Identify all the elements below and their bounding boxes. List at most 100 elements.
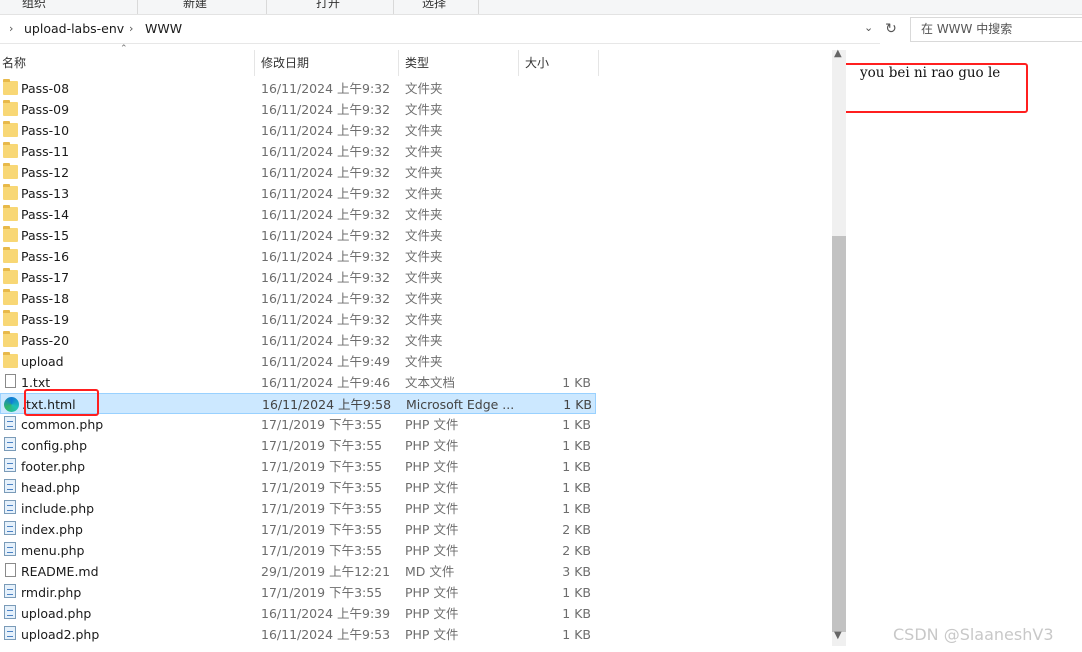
php-file-icon: [4, 458, 16, 472]
file-name: Pass-15: [21, 228, 70, 243]
folder-icon: [3, 268, 18, 284]
file-row[interactable]: Pass-16 16/11/2024 上午9:32 文件夹: [0, 246, 596, 267]
file-date: 17/1/2019 下午3:55: [261, 459, 383, 474]
file-row[interactable]: Pass-09 16/11/2024 上午9:32 文件夹: [0, 99, 596, 120]
folder-icon: [3, 247, 18, 263]
php-file-icon: [4, 605, 16, 619]
file-name: Pass-09: [21, 102, 70, 117]
ribbon-group-new[interactable]: 新建: [183, 0, 207, 14]
file-row[interactable]: config.php 17/1/2019 下午3:55 PHP 文件 1 KB: [0, 435, 596, 456]
file-row[interactable]: index.php 17/1/2019 下午3:55 PHP 文件 2 KB: [0, 519, 596, 540]
folder-icon: [3, 100, 18, 116]
file-type: 文件夹: [405, 312, 443, 327]
column-header-size[interactable]: 大小: [525, 50, 549, 76]
file-type: 文本文档: [405, 375, 456, 390]
search-input[interactable]: [919, 21, 1073, 37]
file-date: 16/11/2024 上午9:32: [261, 186, 391, 201]
file-name: common.php: [21, 417, 104, 432]
file-name: Pass-08: [21, 81, 70, 96]
file-row[interactable]: upload.php 16/11/2024 上午9:39 PHP 文件 1 KB: [0, 603, 596, 624]
column-header-date[interactable]: 修改日期: [261, 50, 309, 76]
file-row[interactable]: README.md 29/1/2019 上午12:21 MD 文件 3 KB: [0, 561, 596, 582]
scrollbar-thumb[interactable]: [832, 236, 846, 632]
file-row[interactable]: footer.php 17/1/2019 下午3:55 PHP 文件 1 KB: [0, 456, 596, 477]
column-divider[interactable]: [598, 50, 599, 76]
file-size: 2 KB: [562, 522, 591, 537]
ribbon-group-open[interactable]: 打开: [316, 0, 340, 14]
watermark: CSDN @SlaaneshV3: [893, 625, 1054, 644]
breadcrumb-separator-icon[interactable]: ›: [129, 22, 133, 35]
file-date: 16/11/2024 上午9:32: [261, 81, 391, 96]
file-row[interactable]: Pass-15 16/11/2024 上午9:32 文件夹: [0, 225, 596, 246]
ribbon-group-select[interactable]: 选择: [422, 0, 446, 14]
file-date: 16/11/2024 上午9:32: [261, 123, 391, 138]
php-file-icon: [4, 479, 16, 493]
file-size: 2 KB: [562, 543, 591, 558]
file-name: rmdir.php: [21, 585, 82, 600]
breadcrumb-www[interactable]: WWW: [145, 21, 182, 36]
file-row[interactable]: rmdir.php 17/1/2019 下午3:55 PHP 文件 1 KB: [0, 582, 596, 603]
file-date: 17/1/2019 下午3:55: [261, 438, 383, 453]
file-name: index.php: [21, 522, 83, 537]
file-name: Pass-10: [21, 123, 70, 138]
file-row[interactable]: Pass-20 16/11/2024 上午9:32 文件夹: [0, 330, 596, 351]
file-row[interactable]: Pass-11 16/11/2024 上午9:32 文件夹: [0, 141, 596, 162]
file-date: 16/11/2024 上午9:32: [261, 228, 391, 243]
file-type: 文件夹: [405, 123, 443, 138]
file-size: 3 KB: [562, 564, 591, 579]
breadcrumb-chevron-icon[interactable]: ›: [9, 22, 13, 35]
file-size: 1 KB: [562, 480, 591, 495]
file-name: Pass-12: [21, 165, 70, 180]
folder-icon: [3, 184, 18, 200]
file-date: 16/11/2024 上午9:32: [261, 144, 391, 159]
file-row[interactable]: head.php 17/1/2019 下午3:55 PHP 文件 1 KB: [0, 477, 596, 498]
file-date: 16/11/2024 上午9:53: [261, 627, 391, 642]
scroll-down-arrow-icon[interactable]: ▼: [834, 630, 842, 641]
column-header-name[interactable]: 名称: [2, 50, 26, 76]
file-type: PHP 文件: [405, 459, 459, 474]
file-name: Pass-18: [21, 291, 70, 306]
file-row[interactable]: Pass-12 16/11/2024 上午9:32 文件夹: [0, 162, 596, 183]
file-date: 16/11/2024 上午9:32: [261, 249, 391, 264]
php-file-icon: [4, 437, 16, 451]
file-row[interactable]: Pass-10 16/11/2024 上午9:32 文件夹: [0, 120, 596, 141]
file-row[interactable]: upload 16/11/2024 上午9:49 文件夹: [0, 351, 596, 372]
text-file-icon: [5, 563, 16, 577]
address-dropdown-chevron-icon[interactable]: ⌄: [864, 21, 873, 34]
column-header-type[interactable]: 类型: [405, 50, 429, 76]
column-divider[interactable]: [254, 50, 255, 76]
file-date: 29/1/2019 上午12:21: [261, 564, 391, 579]
file-name: include.php: [21, 501, 95, 516]
file-type: PHP 文件: [405, 627, 459, 642]
file-row[interactable]: Pass-13 16/11/2024 上午9:32 文件夹: [0, 183, 596, 204]
file-date: 17/1/2019 下午3:55: [261, 501, 383, 516]
breadcrumb-upload-labs-env[interactable]: upload-labs-env: [24, 21, 124, 36]
search-box[interactable]: [910, 17, 1082, 42]
file-row[interactable]: Pass-17 16/11/2024 上午9:32 文件夹: [0, 267, 596, 288]
file-date: 17/1/2019 下午3:55: [261, 522, 383, 537]
file-row[interactable]: Pass-18 16/11/2024 上午9:32 文件夹: [0, 288, 596, 309]
file-row[interactable]: include.php 17/1/2019 下午3:55 PHP 文件 1 KB: [0, 498, 596, 519]
file-row[interactable]: menu.php 17/1/2019 下午3:55 PHP 文件 2 KB: [0, 540, 596, 561]
scroll-up-arrow-icon[interactable]: ▲: [834, 48, 842, 59]
ribbon-group-organize[interactable]: 组织: [22, 0, 46, 14]
file-date: 16/11/2024 上午9:49: [261, 354, 391, 369]
ribbon-divider: [137, 0, 138, 14]
php-file-icon: [4, 626, 16, 640]
file-size: 1 KB: [562, 417, 591, 432]
file-name: menu.php: [21, 543, 85, 558]
refresh-icon[interactable]: ↻: [881, 19, 901, 39]
list-scrollbar[interactable]: ▲ ▼: [832, 48, 846, 646]
column-divider[interactable]: [398, 50, 399, 76]
file-row[interactable]: Pass-14 16/11/2024 上午9:32 文件夹: [0, 204, 596, 225]
file-row[interactable]: upload2.php 16/11/2024 上午9:53 PHP 文件 1 KB: [0, 624, 596, 645]
file-row[interactable]: Pass-08 16/11/2024 上午9:32 文件夹: [0, 78, 596, 99]
file-row[interactable]: common.php 17/1/2019 下午3:55 PHP 文件 1 KB: [0, 414, 596, 435]
file-type: 文件夹: [405, 144, 443, 159]
file-type: PHP 文件: [405, 438, 459, 453]
column-divider[interactable]: [518, 50, 519, 76]
file-type: 文件夹: [405, 270, 443, 285]
file-name: footer.php: [21, 459, 86, 474]
file-row[interactable]: Pass-19 16/11/2024 上午9:32 文件夹: [0, 309, 596, 330]
file-size: 1 KB: [563, 397, 592, 412]
